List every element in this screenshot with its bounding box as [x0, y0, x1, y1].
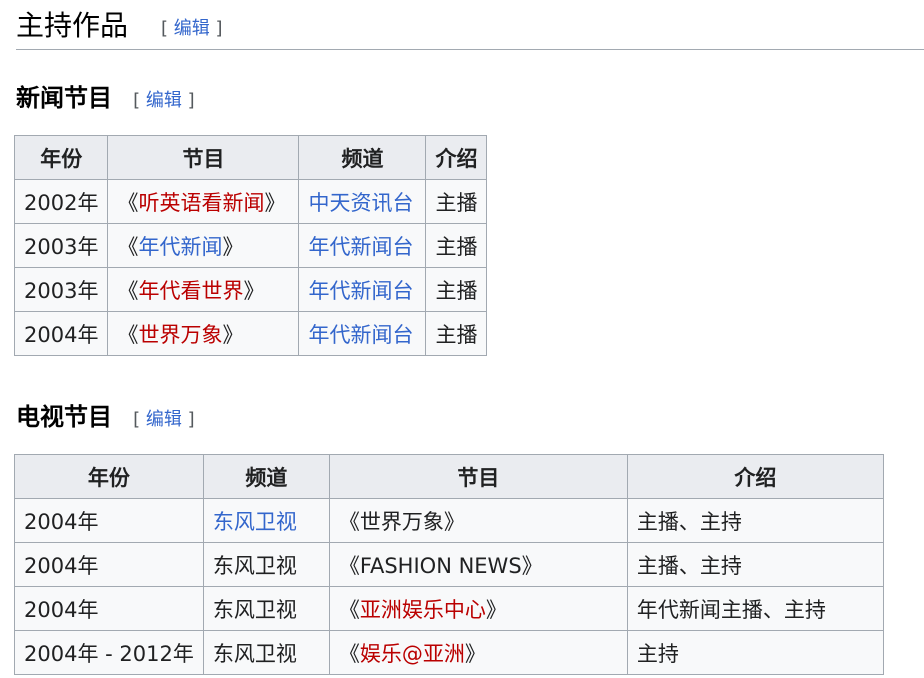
channel-cell-link[interactable]: 年代新闻台 [308, 323, 413, 347]
tv-table: 年份 频道 节目 介绍 2004年 东风卫视 《世界万象》 主播、主持 2004年 东风卫… [14, 454, 884, 675]
table-row: 2002年 《听英语看新闻》 中天资讯台 主播 [13, 179, 488, 224]
tv-title: 电视节目 [16, 403, 112, 431]
col-year: 年份 [13, 135, 109, 180]
program-cell: 《娱乐@亚洲》 [328, 630, 628, 675]
program-cell-link[interactable]: 听英语看新闻 [138, 191, 264, 215]
edit-section: [ 编辑 ] [133, 90, 195, 111]
program-cell-link[interactable]: 娱乐@亚洲 [360, 642, 465, 666]
col-program: 节目 [107, 135, 300, 180]
col-year: 年份 [14, 454, 204, 499]
intro-cell: 主播 [425, 179, 488, 224]
edit-section: [ 编辑 ] [133, 409, 195, 430]
channel-cell: 东风卫视 [202, 630, 330, 675]
year-cell: 2004年 [14, 542, 204, 587]
channel-cell: 东风卫视 [202, 542, 330, 587]
program-cell-link[interactable]: 年代看世界 [138, 279, 243, 303]
channel-cell: 东风卫视 [202, 498, 330, 543]
year-cell: 2004年 [14, 498, 204, 543]
section-title: 主持作品 [16, 9, 129, 42]
col-intro: 介绍 [425, 135, 488, 180]
channel-cell: 东风卫视 [202, 586, 330, 631]
news-heading: 新闻节目 [ 编辑 ] [16, 78, 195, 113]
table-header-row: 年份 频道 节目 介绍 [14, 454, 884, 499]
edit-link[interactable]: 编辑 [146, 90, 182, 111]
col-intro: 介绍 [626, 454, 884, 499]
news-title: 新闻节目 [16, 84, 112, 112]
edit-link[interactable]: 编辑 [174, 18, 210, 39]
col-channel: 频道 [202, 454, 330, 499]
channel-cell-link[interactable]: 东风卫视 [213, 510, 297, 534]
program-cell: 《年代看世界》 [107, 267, 300, 312]
table-row: 2004年 东风卫视 《世界万象》 主播、主持 [14, 498, 884, 543]
table-row: 2004年 东风卫视 《FASHION NEWS》 主播、主持 [14, 542, 884, 587]
intro-cell: 主播 [425, 311, 488, 356]
table-row: 2003年 《年代看世界》 年代新闻台 主播 [13, 267, 488, 312]
section-heading: 主持作品 [ 编辑 ] [16, 0, 924, 50]
table-row: 2003年 《年代新闻》 年代新闻台 主播 [13, 223, 488, 268]
intro-cell: 年代新闻主播、主持 [626, 586, 884, 631]
year-cell: 2004年 [14, 586, 204, 631]
intro-cell: 主播、主持 [626, 498, 884, 543]
program-cell: 《听英语看新闻》 [107, 179, 300, 224]
edit-link[interactable]: 编辑 [146, 409, 182, 430]
table-row: 2004年 - 2012年 东风卫视 《娱乐@亚洲》 主持 [14, 630, 884, 675]
channel-cell-link[interactable]: 年代新闻台 [308, 235, 413, 259]
program-cell-link[interactable]: 世界万象 [138, 323, 222, 347]
program-cell: 《世界万象》 [107, 311, 300, 356]
program-cell: 《世界万象》 [328, 498, 628, 543]
channel-cell: 年代新闻台 [298, 267, 427, 312]
program-cell: 《年代新闻》 [107, 223, 300, 268]
col-program: 节目 [328, 454, 628, 499]
table-row: 2004年 东风卫视 《亚洲娱乐中心》 年代新闻主播、主持 [14, 586, 884, 631]
intro-cell: 主播、主持 [626, 542, 884, 587]
year-cell: 2002年 [13, 179, 109, 224]
program-cell-link[interactable]: 年代新闻 [138, 235, 222, 259]
year-cell: 2004年 [13, 311, 109, 356]
channel-cell-link[interactable]: 年代新闻台 [308, 279, 413, 303]
tv-heading: 电视节目 [ 编辑 ] [16, 397, 195, 432]
col-channel: 频道 [298, 135, 427, 180]
table-header-row: 年份 节目 频道 介绍 [13, 135, 488, 180]
program-cell-link[interactable]: 亚洲娱乐中心 [360, 598, 486, 622]
channel-cell: 年代新闻台 [298, 223, 427, 268]
intro-cell: 主持 [626, 630, 884, 675]
intro-cell: 主播 [425, 223, 488, 268]
edit-section: [ 编辑 ] [161, 18, 223, 39]
channel-cell-link[interactable]: 中天资讯台 [308, 191, 413, 215]
year-cell: 2004年 - 2012年 [14, 630, 204, 675]
news-table: 年份 节目 频道 介绍 2002年 《听英语看新闻》 中天资讯台 主播 2003年 《年代… [13, 135, 488, 356]
year-cell: 2003年 [13, 267, 109, 312]
intro-cell: 主播 [425, 267, 488, 312]
channel-cell: 年代新闻台 [298, 311, 427, 356]
program-cell: 《FASHION NEWS》 [328, 542, 628, 587]
program-cell: 《亚洲娱乐中心》 [328, 586, 628, 631]
year-cell: 2003年 [13, 223, 109, 268]
table-row: 2004年 《世界万象》 年代新闻台 主播 [13, 311, 488, 356]
channel-cell: 中天资讯台 [298, 179, 427, 224]
